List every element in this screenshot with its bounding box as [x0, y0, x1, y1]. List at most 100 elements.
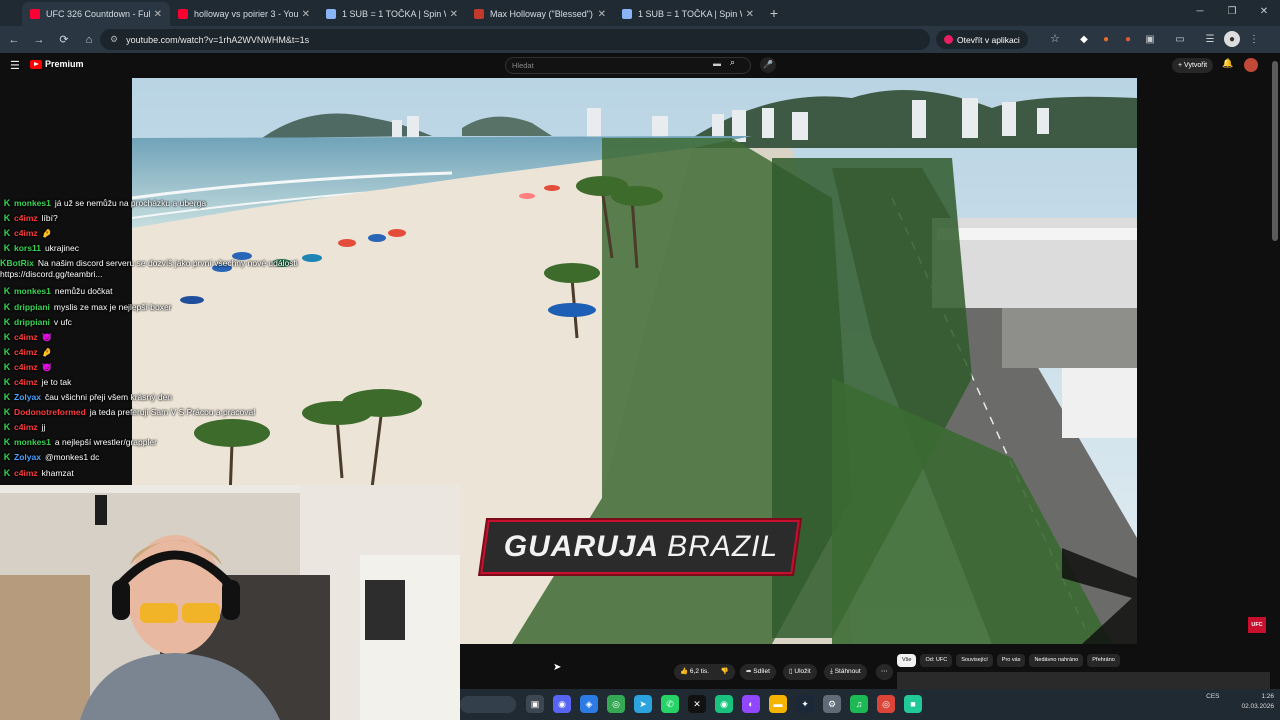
chat-message: Kmonkes1 nemůžu dočkat — [0, 284, 330, 299]
app-icon[interactable]: ■ — [904, 695, 922, 713]
menu-icon[interactable]: ⋮ — [1246, 31, 1262, 47]
filter-chip[interactable]: Nedávno nahráno — [1029, 654, 1084, 667]
filter-chip[interactable]: Vše — [897, 654, 917, 667]
browser-tab[interactable]: Max Holloway ("Blessed") | MM ✕ — [466, 2, 614, 26]
ufc-badge[interactable]: UFC — [1248, 617, 1266, 633]
youtube-logo[interactable]: Premium — [30, 59, 84, 69]
telegram-icon[interactable]: ➤ — [634, 695, 652, 713]
folder-icon[interactable]: ▬ — [769, 695, 787, 713]
chrome-icon[interactable]: ◎ — [877, 695, 895, 713]
save-button[interactable]: ▯ Uložit — [783, 664, 817, 680]
tune-icon[interactable]: ☰ — [1202, 31, 1218, 47]
spotify-icon[interactable]: ♫ — [850, 695, 868, 713]
app-icon[interactable]: ✕ — [688, 695, 706, 713]
create-button[interactable]: + Vytvořit — [1172, 58, 1214, 73]
chat-message: Kmonkes1 a nejlepší wrestler/grappler — [0, 435, 330, 450]
extension-icon[interactable]: ◆ — [1076, 31, 1092, 47]
task-view-icon[interactable]: ▣ — [526, 695, 544, 713]
chat-message: K Zolyax @monkes1 dc — [0, 450, 330, 465]
more-actions-button[interactable]: ⋯ — [876, 664, 893, 680]
download-button[interactable]: ⤓ Stáhnout — [824, 664, 867, 680]
settings-icon[interactable]: ⚙ — [823, 695, 841, 713]
chat-username: c4imz — [14, 228, 38, 239]
back-icon[interactable]: ← — [3, 34, 25, 46]
browser-tab[interactable]: 1 SUB = 1 TOČKA | Spin Wheel ✕ — [318, 2, 466, 26]
kick-badge-icon: K — [3, 331, 11, 342]
page-scrollbar[interactable] — [1270, 53, 1280, 689]
avatar[interactable] — [1244, 58, 1258, 72]
home-icon[interactable]: ⌂ — [78, 34, 100, 46]
chat-username: monkes1 — [14, 437, 51, 448]
share-label: Sdílet — [753, 668, 770, 675]
app-icon[interactable]: ◐ — [742, 695, 760, 713]
next-video-thumbnail[interactable] — [897, 672, 1270, 689]
chrome-icon[interactable]: ◎ — [607, 695, 625, 713]
kick-badge-icon: K — [3, 301, 11, 312]
thumbs-down-icon[interactable]: 👎 — [721, 668, 729, 675]
whatsapp-icon[interactable]: ✆ — [661, 695, 679, 713]
tab-title: Max Holloway ("Blessed") | MM — [490, 9, 594, 19]
page-icon — [474, 9, 484, 19]
youtube-icon — [178, 9, 188, 19]
profile-icon[interactable]: ● — [1224, 31, 1240, 47]
system-tray[interactable]: CES 1:26 02.03.2026 — [1206, 692, 1274, 712]
steam-icon[interactable]: ✦ — [796, 695, 814, 713]
close-tab-icon[interactable]: ✕ — [450, 9, 458, 20]
close-tab-icon[interactable]: ✕ — [154, 9, 162, 20]
forward-icon[interactable]: → — [28, 34, 50, 46]
extension-icon[interactable]: ● — [1120, 31, 1136, 47]
kick-badge-icon: K — [3, 243, 11, 254]
browser-tab[interactable]: holloway vs poirier 3 - YouTube ✕ — [170, 2, 318, 26]
browser-tab[interactable]: 1 SUB = 1 TOČKA | Spin Wheel ✕ — [614, 2, 762, 26]
scrollbar-thumb[interactable] — [1272, 61, 1278, 241]
close-tab-icon[interactable]: ✕ — [598, 9, 606, 20]
chat-text: khamzat — [41, 467, 74, 478]
keyboard-icon[interactable]: ▬ — [713, 59, 721, 68]
chat-text: ja teda preferuji Sam V S Prácou a praco… — [89, 407, 256, 418]
chat-text: je to tak — [41, 376, 72, 387]
microphone-icon[interactable]: 🎤 — [760, 57, 776, 73]
like-button[interactable]: 👍 6,2 tis. 👎 — [674, 664, 735, 680]
sidebar-icon[interactable]: ▭ — [1172, 31, 1188, 47]
reload-icon[interactable]: ⟳ — [53, 33, 75, 46]
youtube-icon — [30, 9, 40, 19]
browser-tab[interactable]: UFC 326 Countdown - Full Epis ✕ — [22, 2, 170, 26]
site-info-icon[interactable]: ⚙ — [110, 34, 118, 45]
close-window-icon[interactable]: ✕ — [1248, 0, 1280, 26]
chat-message: Kc4imz khamzat — [0, 466, 330, 481]
minimize-icon[interactable]: ─ — [1184, 0, 1216, 26]
close-tab-icon[interactable]: ✕ — [302, 9, 310, 20]
extension-icon[interactable]: ● — [1098, 31, 1114, 47]
filter-chip[interactable]: Pro vás — [996, 654, 1026, 667]
kick-badge-icon: K — [3, 228, 11, 239]
chat-message: Kc4imz líbí? — [0, 211, 330, 226]
bookmark-star-icon[interactable]: ☆ — [1050, 32, 1060, 45]
share-button[interactable]: ➦ Sdílet — [740, 664, 776, 680]
kick-badge-icon: K — [3, 376, 11, 387]
filter-chip[interactable]: Přehráno — [1087, 654, 1120, 667]
more-icon: ⋯ — [881, 668, 888, 675]
app-icon[interactable]: ◈ — [580, 695, 598, 713]
chat-username: c4imz — [14, 346, 38, 357]
location-caption: GUARUJA BRAZIL — [488, 524, 794, 570]
search-icon[interactable]: ⌕ — [730, 57, 735, 68]
hamburger-menu-icon[interactable]: ☰ — [10, 59, 20, 72]
new-tab-button[interactable]: + — [762, 5, 786, 21]
chat-text: čau všichni přeji všem krásný den — [44, 392, 173, 403]
clock-date: 02.03.2026 — [1241, 703, 1274, 710]
bell-icon[interactable]: 🔔 — [1222, 58, 1233, 69]
close-tab-icon[interactable]: ✕ — [746, 9, 754, 20]
discord-icon[interactable]: ◉ — [553, 695, 571, 713]
thumbs-up-icon: 👍 — [680, 668, 690, 675]
filter-chip[interactable]: Od: UFC — [920, 654, 953, 667]
address-bar[interactable]: ⚙ youtube.com/watch?v=1rhA2WVNWHM&t=1s — [100, 29, 930, 50]
open-in-app-button[interactable]: Otevřít v aplikaci — [936, 30, 1028, 49]
filter-chip[interactable]: Související — [956, 654, 993, 667]
kick-badge-icon: K — [3, 467, 11, 478]
kick-badge-icon: K — [0, 258, 7, 269]
taskbar-apps: ▣ ◉ ◈ ◎ ➤ ✆ ✕ ◉ ◐ ▬ ✦ ⚙ ♫ ◎ ■ — [526, 695, 922, 713]
puzzle-icon[interactable]: ▣ — [1142, 31, 1158, 47]
maximize-icon[interactable]: ❐ — [1216, 0, 1248, 26]
taskbar-search[interactable] — [460, 696, 516, 713]
app-icon[interactable]: ◉ — [715, 695, 733, 713]
